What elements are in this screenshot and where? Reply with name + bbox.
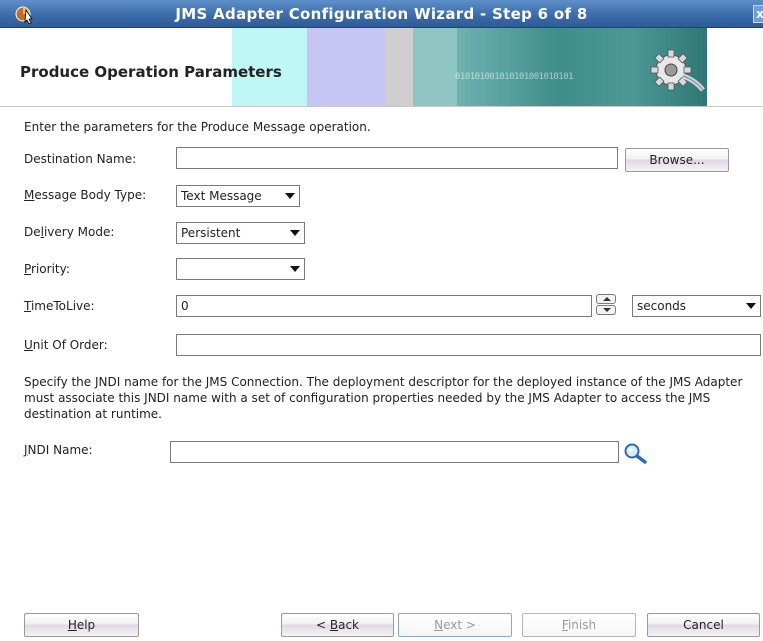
chevron-down-icon: [290, 266, 300, 272]
destination-name-label: Destination Name:: [24, 152, 137, 166]
destination-name-field[interactable]: [176, 147, 618, 169]
intro-text: Enter the parameters for the Produce Mes…: [24, 120, 371, 134]
time-to-live-spinner[interactable]: [595, 294, 617, 316]
chevron-down-icon: [746, 303, 756, 309]
time-unit-value: seconds: [637, 299, 687, 313]
search-icon[interactable]: [622, 441, 648, 465]
page-heading: Produce Operation Parameters: [20, 63, 282, 81]
time-unit-select[interactable]: seconds: [632, 295, 761, 317]
destination-name-input[interactable]: [177, 148, 617, 168]
banner-stripe: [385, 28, 413, 106]
browse-button[interactable]: Browse...: [625, 148, 729, 172]
jndi-name-field[interactable]: [170, 441, 619, 463]
banner-binary-text: 010101001010101001010101: [455, 72, 574, 82]
chevron-down-icon: [285, 193, 295, 199]
banner-stripe: [307, 28, 385, 106]
message-body-type-select[interactable]: Text Message: [176, 185, 300, 207]
close-button[interactable]: x: [753, 5, 763, 23]
time-to-live-label: TimeToLive:: [24, 299, 95, 313]
jndi-description: Specify the JNDI name for the JMS Connec…: [24, 375, 743, 421]
chevron-down-icon: [290, 230, 300, 236]
gear-icon: [650, 49, 705, 92]
header-banner: 010101001010101001010101 Produce Operati…: [0, 28, 763, 107]
priority-select[interactable]: [176, 258, 305, 280]
delivery-mode-select[interactable]: Persistent: [176, 222, 305, 244]
back-button[interactable]: < Back: [281, 613, 394, 637]
help-button[interactable]: Help: [24, 613, 139, 637]
time-to-live-input[interactable]: [177, 296, 591, 316]
unit-of-order-input[interactable]: [177, 335, 760, 355]
window-title: JMS Adapter Configuration Wizard - Step …: [175, 5, 588, 23]
delivery-mode-value: Persistent: [181, 226, 241, 240]
message-body-type-value: Text Message: [181, 189, 262, 203]
message-body-type-label: Message Body Type:: [24, 188, 147, 202]
time-to-live-field[interactable]: [176, 295, 592, 317]
unit-of-order-label: Unit Of Order:: [24, 338, 108, 352]
jndi-name-input[interactable]: [171, 442, 618, 462]
cancel-button[interactable]: Cancel: [647, 613, 760, 637]
next-button[interactable]: Next >: [398, 613, 512, 637]
priority-label: Priority:: [24, 262, 70, 276]
title-bar: JMS Adapter Configuration Wizard - Step …: [0, 0, 763, 28]
banner-stripe: [413, 28, 457, 106]
unit-of-order-field[interactable]: [176, 334, 761, 356]
finish-button[interactable]: Finish: [522, 613, 636, 637]
spinner-down-icon[interactable]: [596, 305, 616, 315]
jndi-name-label: JNDI Name:: [24, 443, 93, 457]
spinner-up-icon[interactable]: [596, 294, 616, 304]
delivery-mode-label: Delivery Mode:: [24, 225, 115, 239]
